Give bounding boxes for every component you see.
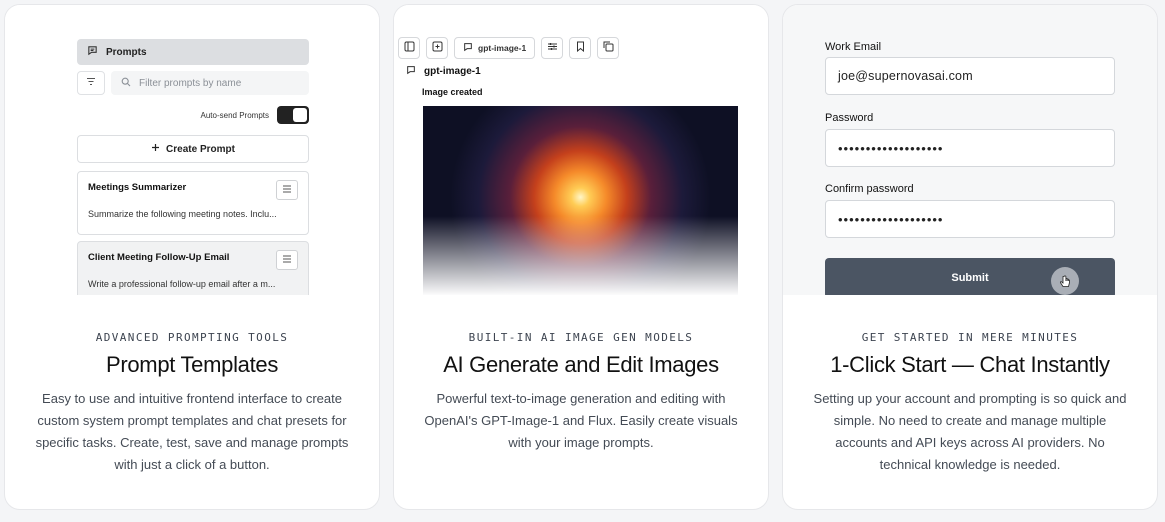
generated-image[interactable] bbox=[423, 106, 738, 295]
feature-eyebrow: GET STARTED IN MERE MINUTES bbox=[861, 331, 1079, 344]
menu-icon bbox=[282, 185, 292, 196]
prompt-item[interactable]: Meetings Summarizer Summarize the follow… bbox=[77, 171, 309, 235]
assistant-model-row: gpt-image-1 bbox=[406, 65, 481, 78]
model-selector-label: gpt-image-1 bbox=[478, 43, 527, 53]
email-field[interactable]: joe@supernovasai.com bbox=[825, 57, 1115, 95]
prompts-panel-screenshot: Prompts Filter prompts by name Auto-send… bbox=[5, 5, 379, 295]
password-field[interactable]: ••••••••••••••••••• bbox=[825, 129, 1115, 167]
model-selector[interactable]: gpt-image-1 bbox=[454, 37, 536, 59]
prompt-item-name: Client Meeting Follow-Up Email bbox=[88, 252, 230, 263]
menu-icon bbox=[282, 255, 292, 266]
auto-send-label: Auto-send Prompts bbox=[200, 110, 269, 120]
copy-icon bbox=[603, 41, 614, 55]
prompt-item-preview: Write a professional follow-up email aft… bbox=[88, 279, 276, 289]
feature-description: Easy to use and intuitive frontend inter… bbox=[35, 391, 349, 472]
feature-text: BUILT-IN AI IMAGE GEN MODELS AI Generate… bbox=[394, 331, 768, 454]
signup-form-screenshot: Work Email joe@supernovasai.com Password… bbox=[783, 5, 1157, 295]
feature-grid: Prompts Filter prompts by name Auto-send… bbox=[0, 0, 1165, 522]
new-chat-icon bbox=[432, 41, 443, 55]
sidebar-toggle-button[interactable] bbox=[398, 37, 420, 59]
prompts-header-label: Prompts bbox=[106, 46, 147, 58]
copy-button[interactable] bbox=[597, 37, 620, 59]
bot-icon bbox=[406, 65, 416, 78]
feature-text: ADVANCED PROMPTING TOOLS Prompt Template… bbox=[5, 331, 379, 476]
sliders-icon bbox=[547, 41, 558, 55]
feature-title: AI Generate and Edit Images bbox=[443, 352, 719, 377]
assistant-model-name: gpt-image-1 bbox=[424, 66, 481, 77]
prompt-item-menu-button[interactable] bbox=[276, 250, 298, 270]
hand-cursor-icon bbox=[1051, 267, 1079, 295]
confirm-password-label: Confirm password bbox=[825, 183, 914, 195]
bookmark-button[interactable] bbox=[569, 37, 592, 59]
feature-title: 1-Click Start — Chat Instantly bbox=[830, 352, 1110, 377]
feature-eyebrow: ADVANCED PROMPTING TOOLS bbox=[95, 331, 289, 344]
prompt-item[interactable]: Client Meeting Follow-Up Email Write a p… bbox=[77, 241, 309, 295]
feature-description: Powerful text-to-image generation and ed… bbox=[424, 391, 738, 450]
auto-send-row: Auto-send Prompts bbox=[155, 105, 309, 125]
email-label: Work Email bbox=[825, 41, 882, 53]
prompt-item-name: Meetings Summarizer bbox=[88, 182, 187, 193]
chat-toolbar: gpt-image-1 bbox=[398, 37, 620, 59]
confirm-password-field[interactable]: ••••••••••••••••••• bbox=[825, 200, 1115, 238]
prompt-item-menu-button[interactable] bbox=[276, 180, 298, 200]
settings-sliders-button[interactable] bbox=[541, 37, 564, 59]
feature-description: Setting up your account and prompting is… bbox=[813, 391, 1127, 472]
feature-card-prompt-templates: Prompts Filter prompts by name Auto-send… bbox=[4, 4, 380, 510]
chat-icon bbox=[87, 45, 98, 59]
bookmark-icon bbox=[576, 41, 585, 55]
feature-card-ai-images: gpt-image-1 gpt-image-1 Image created BU… bbox=[393, 4, 769, 510]
create-prompt-label: Create Prompt bbox=[166, 143, 235, 155]
image-gen-screenshot: gpt-image-1 gpt-image-1 Image created bbox=[394, 5, 768, 295]
image-status: Image created bbox=[422, 87, 483, 97]
search-icon bbox=[121, 77, 131, 90]
feature-title: Prompt Templates bbox=[105, 352, 279, 377]
feature-eyebrow: BUILT-IN AI IMAGE GEN MODELS bbox=[468, 331, 694, 344]
password-label: Password bbox=[825, 112, 874, 124]
filter-prompts-input[interactable]: Filter prompts by name bbox=[111, 71, 309, 95]
prompt-item-preview: Summarize the following meeting notes. I… bbox=[88, 209, 277, 219]
plus-icon bbox=[151, 143, 160, 155]
feature-card-quick-start: Work Email joe@supernovasai.com Password… bbox=[782, 4, 1158, 510]
filter-button[interactable] bbox=[77, 71, 105, 95]
auto-send-toggle[interactable] bbox=[277, 106, 309, 124]
create-prompt-button[interactable]: Create Prompt bbox=[77, 135, 309, 163]
new-chat-button[interactable] bbox=[426, 37, 448, 59]
search-placeholder: Filter prompts by name bbox=[139, 77, 242, 89]
feature-text: GET STARTED IN MERE MINUTES 1-Click Star… bbox=[783, 331, 1157, 476]
prompts-header[interactable]: Prompts bbox=[77, 39, 309, 65]
filter-icon bbox=[86, 77, 96, 89]
chat-icon bbox=[463, 42, 473, 54]
sidebar-icon bbox=[404, 41, 415, 55]
